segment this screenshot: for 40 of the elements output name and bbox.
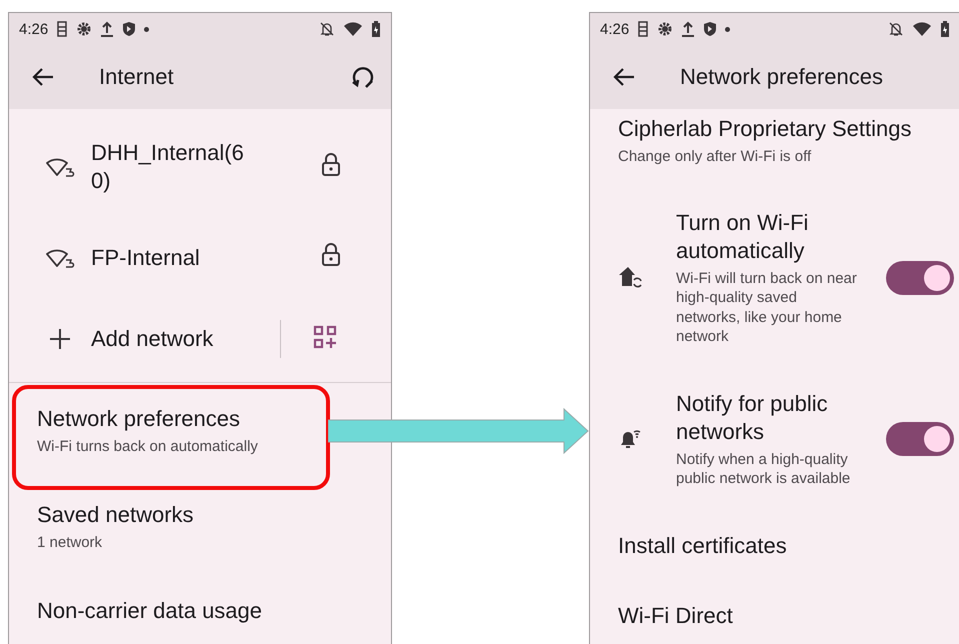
battery-icon bbox=[940, 20, 950, 38]
network-name[interactable]: DHH_Internal(6 0) bbox=[91, 139, 321, 195]
preference-summary: Wi-Fi turns back on automatically bbox=[37, 437, 258, 457]
preference-title[interactable]: Install certificates bbox=[618, 532, 787, 558]
setting-summary: Wi-Fi will turn back on near high-quality saved networks, like your home network bbox=[676, 269, 858, 346]
setting-summary: Notify when a high-quality public network is available bbox=[676, 450, 852, 489]
shield-icon bbox=[703, 21, 718, 37]
upload-icon bbox=[100, 21, 114, 37]
network-name[interactable]: FP-Internal bbox=[91, 244, 321, 272]
plus-icon bbox=[49, 328, 71, 350]
shield-icon bbox=[122, 21, 136, 37]
wifi-icon bbox=[343, 21, 363, 37]
toggle-switch[interactable] bbox=[886, 260, 954, 295]
preference-title[interactable]: Saved networks bbox=[37, 501, 194, 529]
lock-icon bbox=[321, 152, 341, 176]
section-title: Cipherlab Proprietary Settings bbox=[618, 115, 912, 143]
settings-icon bbox=[657, 21, 674, 37]
dot-icon bbox=[725, 26, 730, 32]
dot-icon bbox=[144, 26, 150, 32]
setting-title: Notify for public networks bbox=[676, 390, 829, 446]
preference-title[interactable]: Non-carrier data usage bbox=[37, 597, 262, 625]
preference-summary: 1 network bbox=[37, 533, 102, 553]
mute-icon bbox=[319, 21, 335, 37]
settings-icon bbox=[76, 21, 92, 37]
lock-icon bbox=[321, 243, 341, 267]
mute-icon bbox=[888, 21, 904, 37]
toggle-switch[interactable] bbox=[886, 422, 954, 456]
preference-title[interactable]: Network preferences bbox=[37, 405, 240, 433]
status-time: 4:26 bbox=[600, 20, 630, 38]
wifi-icon bbox=[912, 21, 932, 37]
toolbar-title: Network preferences bbox=[680, 64, 884, 90]
status-time: 4:26 bbox=[19, 20, 48, 38]
preference-title[interactable]: Wi-Fi Direct bbox=[618, 602, 733, 628]
add-network-link[interactable]: Add network bbox=[91, 325, 280, 353]
home-sync-icon bbox=[618, 266, 644, 290]
setting-title: Turn on Wi-Fi automatically bbox=[676, 209, 810, 265]
upload-icon bbox=[681, 21, 696, 37]
toolbar-title: Internet bbox=[99, 64, 175, 90]
battery-icon bbox=[371, 20, 381, 38]
section-summary: Change only after Wi-Fi is off bbox=[618, 147, 812, 167]
